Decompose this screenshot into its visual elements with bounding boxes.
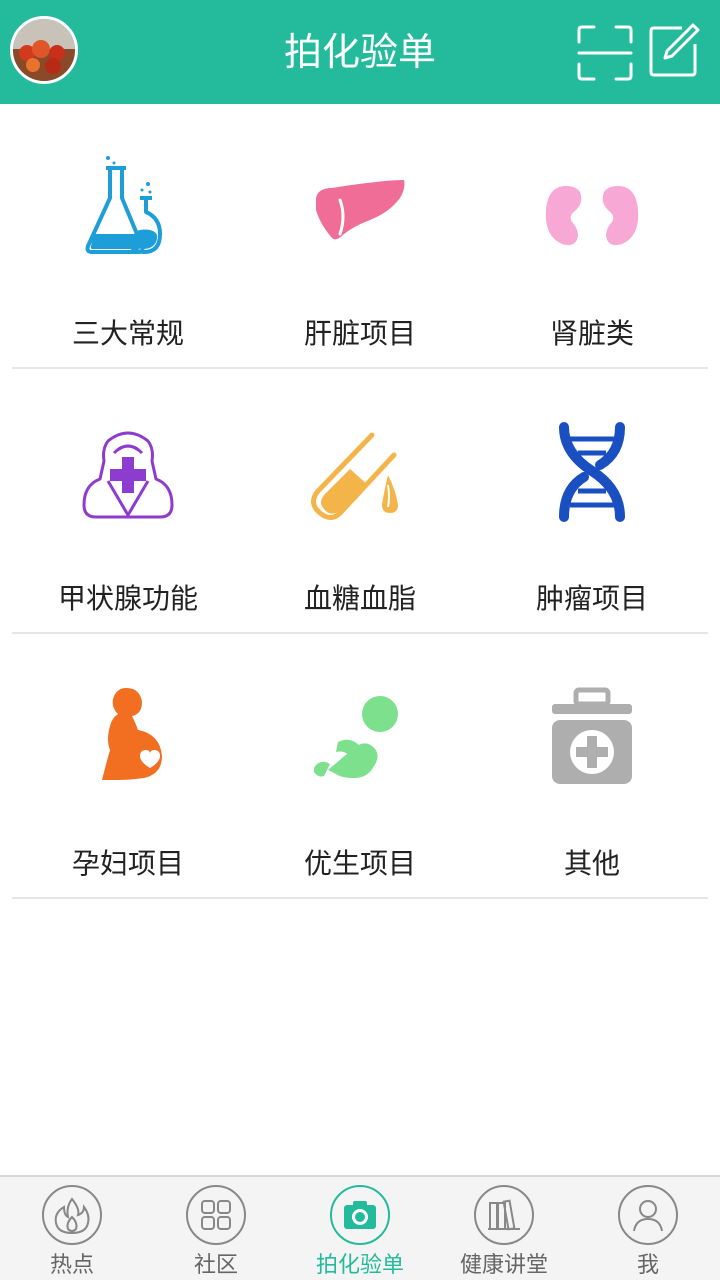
tab-label: 热点: [49, 1253, 94, 1278]
pregnant-icon: [102, 688, 162, 780]
category-other[interactable]: 其他: [472, 634, 712, 897]
category-label: 甲状腺功能: [57, 582, 198, 615]
scan-button[interactable]: [576, 24, 634, 82]
books-icon: [474, 1185, 534, 1245]
category-label: 肝脏项目: [303, 317, 416, 350]
category-pregnancy[interactable]: 孕妇项目: [8, 634, 248, 897]
category-label: 优生项目: [303, 847, 416, 880]
tab-health-lecture[interactable]: 健康讲堂: [432, 1177, 576, 1280]
category-grid: 三大常规 肝脏项目 肾脏类 甲状腺功能 血糖血脂 肿瘤项目 孕妇项目 优生项目 …: [0, 104, 720, 899]
grid-icon: [186, 1185, 246, 1245]
category-row: 孕妇项目 优生项目 其他: [0, 634, 720, 899]
edit-icon: [649, 23, 700, 77]
flame-icon: [42, 1185, 102, 1245]
tab-label: 健康讲堂: [459, 1253, 548, 1278]
tab-me[interactable]: 我: [576, 1177, 720, 1280]
tab-label: 社区: [193, 1253, 238, 1278]
category-row: 三大常规 肝脏项目 肾脏类: [0, 104, 720, 369]
row-divider: [12, 897, 708, 899]
category-label: 肿瘤项目: [535, 582, 648, 615]
category-kidney[interactable]: 肾脏类: [472, 104, 712, 367]
category-blood-sugar-lipid[interactable]: 血糖血脂: [240, 369, 480, 632]
test-tube-drop-icon: [311, 432, 398, 520]
liver-icon: [316, 180, 405, 240]
category-routine[interactable]: 三大常规: [8, 104, 248, 367]
lab-flask-icon: [85, 156, 162, 254]
camera-icon: [330, 1185, 390, 1245]
category-label: 三大常规: [71, 317, 184, 350]
category-eugenics[interactable]: 优生项目: [240, 634, 480, 897]
category-label: 其他: [563, 847, 620, 880]
avatar[interactable]: [10, 16, 78, 84]
category-label: 孕妇项目: [71, 847, 184, 880]
tab-hot[interactable]: 热点: [0, 1177, 144, 1280]
user-icon: [618, 1185, 678, 1245]
dna-icon: [559, 422, 625, 522]
baby-icon: [314, 696, 398, 778]
thyroid-nurse-icon: [82, 431, 174, 519]
kidney-icon: [545, 186, 639, 245]
tab-community[interactable]: 社区: [144, 1177, 288, 1280]
medical-kit-icon: [552, 687, 632, 784]
category-liver[interactable]: 肝脏项目: [240, 104, 480, 367]
category-label: 肾脏类: [549, 317, 634, 350]
category-label: 血糖血脂: [303, 582, 416, 615]
scan-icon: [577, 25, 633, 81]
avatar-image: [13, 19, 75, 81]
bottom-tab-bar: 热点 社区 拍化验单 健康讲堂 我: [0, 1175, 720, 1280]
category-tumor[interactable]: 肿瘤项目: [472, 369, 712, 632]
tab-label: 我: [636, 1253, 659, 1278]
category-row: 甲状腺功能 血糖血脂 肿瘤项目: [0, 369, 720, 634]
tab-label: 拍化验单: [315, 1253, 404, 1278]
page-title: 拍化验单: [283, 30, 436, 74]
top-bar: 拍化验单: [0, 0, 720, 104]
category-thyroid[interactable]: 甲状腺功能: [8, 369, 248, 632]
tab-photo-report[interactable]: 拍化验单: [288, 1177, 432, 1280]
edit-button[interactable]: [648, 22, 700, 78]
